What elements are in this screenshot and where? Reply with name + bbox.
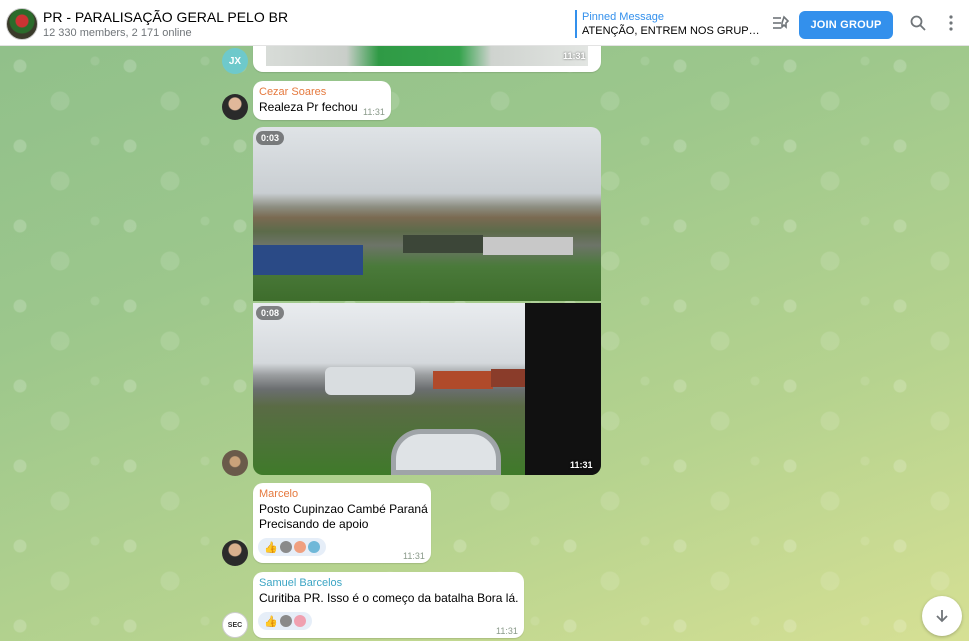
message-bubble[interactable]: Marcelo Posto Cupinzao Cambé Paraná Prec… bbox=[253, 483, 431, 563]
video-duration: 0:08 bbox=[256, 306, 285, 320]
video-thumbnail[interactable] bbox=[253, 127, 601, 301]
message-bubble[interactable]: Cezar Soares Realeza Pr fechou 11:31 bbox=[253, 81, 391, 120]
message-time: 11:31 bbox=[363, 107, 385, 117]
message-text-line: Precisando de apoio bbox=[259, 517, 369, 531]
message-time: 11:31 bbox=[403, 551, 425, 561]
avatar[interactable] bbox=[222, 450, 248, 476]
avatar[interactable]: SEC bbox=[222, 612, 248, 638]
pin-list-icon[interactable] bbox=[771, 13, 791, 33]
message-text-line: Posto Cupinzao Cambé Paraná bbox=[259, 502, 428, 516]
avatar bbox=[279, 541, 292, 553]
reactions[interactable]: 👍 bbox=[258, 538, 326, 556]
arrow-down-icon bbox=[936, 610, 948, 623]
sender-name[interactable]: Cezar Soares bbox=[259, 86, 326, 98]
avatar[interactable] bbox=[222, 94, 248, 120]
avatar bbox=[279, 615, 292, 627]
sender-name[interactable]: Samuel Barcelos bbox=[259, 577, 342, 589]
avatar[interactable]: JX bbox=[222, 48, 248, 74]
message-time: 11:31 bbox=[563, 51, 586, 61]
avatar[interactable] bbox=[222, 540, 248, 566]
avatar bbox=[293, 615, 306, 627]
message-bubble[interactable]: Samuel Barcelos Curitiba PR. Isso é o co… bbox=[253, 572, 524, 638]
reactions[interactable]: 👍 bbox=[258, 612, 312, 630]
message-text: Realeza Pr fechou bbox=[259, 100, 358, 114]
scroll-down-button[interactable] bbox=[922, 596, 962, 636]
pinned-message-text: ATENÇÃO, ENTREM NOS GRUPOS D... bbox=[582, 25, 762, 37]
video-duration: 0:03 bbox=[256, 131, 285, 145]
avatar bbox=[293, 541, 306, 553]
join-group-button[interactable]: JOIN GROUP bbox=[799, 11, 893, 39]
group-avatar[interactable] bbox=[6, 8, 38, 40]
group-title[interactable]: PR - PARALISAÇÃO GERAL PELO BR bbox=[43, 9, 288, 25]
pinned-message[interactable]: Pinned Message ATENÇÃO, ENTREM NOS GRUPO… bbox=[575, 10, 765, 38]
more-vertical-icon[interactable] bbox=[941, 13, 961, 33]
message-time: 11:31 bbox=[570, 460, 593, 470]
thumbs-up-icon: 👍 bbox=[264, 541, 278, 554]
search-icon[interactable] bbox=[908, 13, 928, 33]
sender-name[interactable]: Marcelo bbox=[259, 488, 298, 500]
pinned-message-label: Pinned Message bbox=[582, 11, 664, 23]
message-time: 11:31 bbox=[496, 626, 518, 636]
chat-header: PR - PARALISAÇÃO GERAL PELO BR 12 330 me… bbox=[0, 0, 969, 46]
message-text: Curitiba PR. Isso é o começo da batalha … bbox=[259, 591, 519, 605]
group-member-count: 12 330 members, 2 171 online bbox=[43, 27, 192, 39]
video-thumbnail[interactable] bbox=[253, 303, 601, 475]
thumbs-up-icon: 👍 bbox=[264, 615, 278, 628]
avatar bbox=[307, 541, 320, 553]
